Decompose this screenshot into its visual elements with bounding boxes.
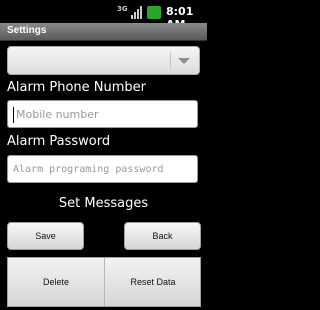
signal-icon xyxy=(131,6,142,19)
battery-icon xyxy=(147,6,161,19)
bottom-button-bar: Delete Reset Data xyxy=(7,257,201,307)
alarm-phone-input[interactable]: Mobile number xyxy=(7,100,198,128)
alarm-phone-label: Alarm Phone Number xyxy=(7,80,147,95)
alarm-password-placeholder: Alarm programing password xyxy=(13,164,164,175)
spinner-divider xyxy=(170,52,171,69)
alarm-password-label: Alarm Password xyxy=(7,134,111,149)
chevron-down-icon xyxy=(178,58,190,64)
title-bar: Settings xyxy=(0,23,207,41)
back-button[interactable]: Back xyxy=(124,222,201,250)
page-title: Settings xyxy=(7,25,47,36)
status-bar: 3G 8:01 AM xyxy=(0,0,207,31)
alarm-phone-placeholder: Mobile number xyxy=(16,108,99,121)
settings-spinner[interactable] xyxy=(7,46,200,75)
alarm-password-input[interactable]: Alarm programing password xyxy=(7,155,198,183)
text-cursor xyxy=(13,107,14,123)
set-messages-heading: Set Messages xyxy=(58,196,149,211)
reset-data-button[interactable]: Reset Data xyxy=(105,258,201,306)
delete-button[interactable]: Delete xyxy=(8,258,104,306)
network-3g-icon: 3G xyxy=(117,5,128,13)
save-button[interactable]: Save xyxy=(7,222,84,250)
